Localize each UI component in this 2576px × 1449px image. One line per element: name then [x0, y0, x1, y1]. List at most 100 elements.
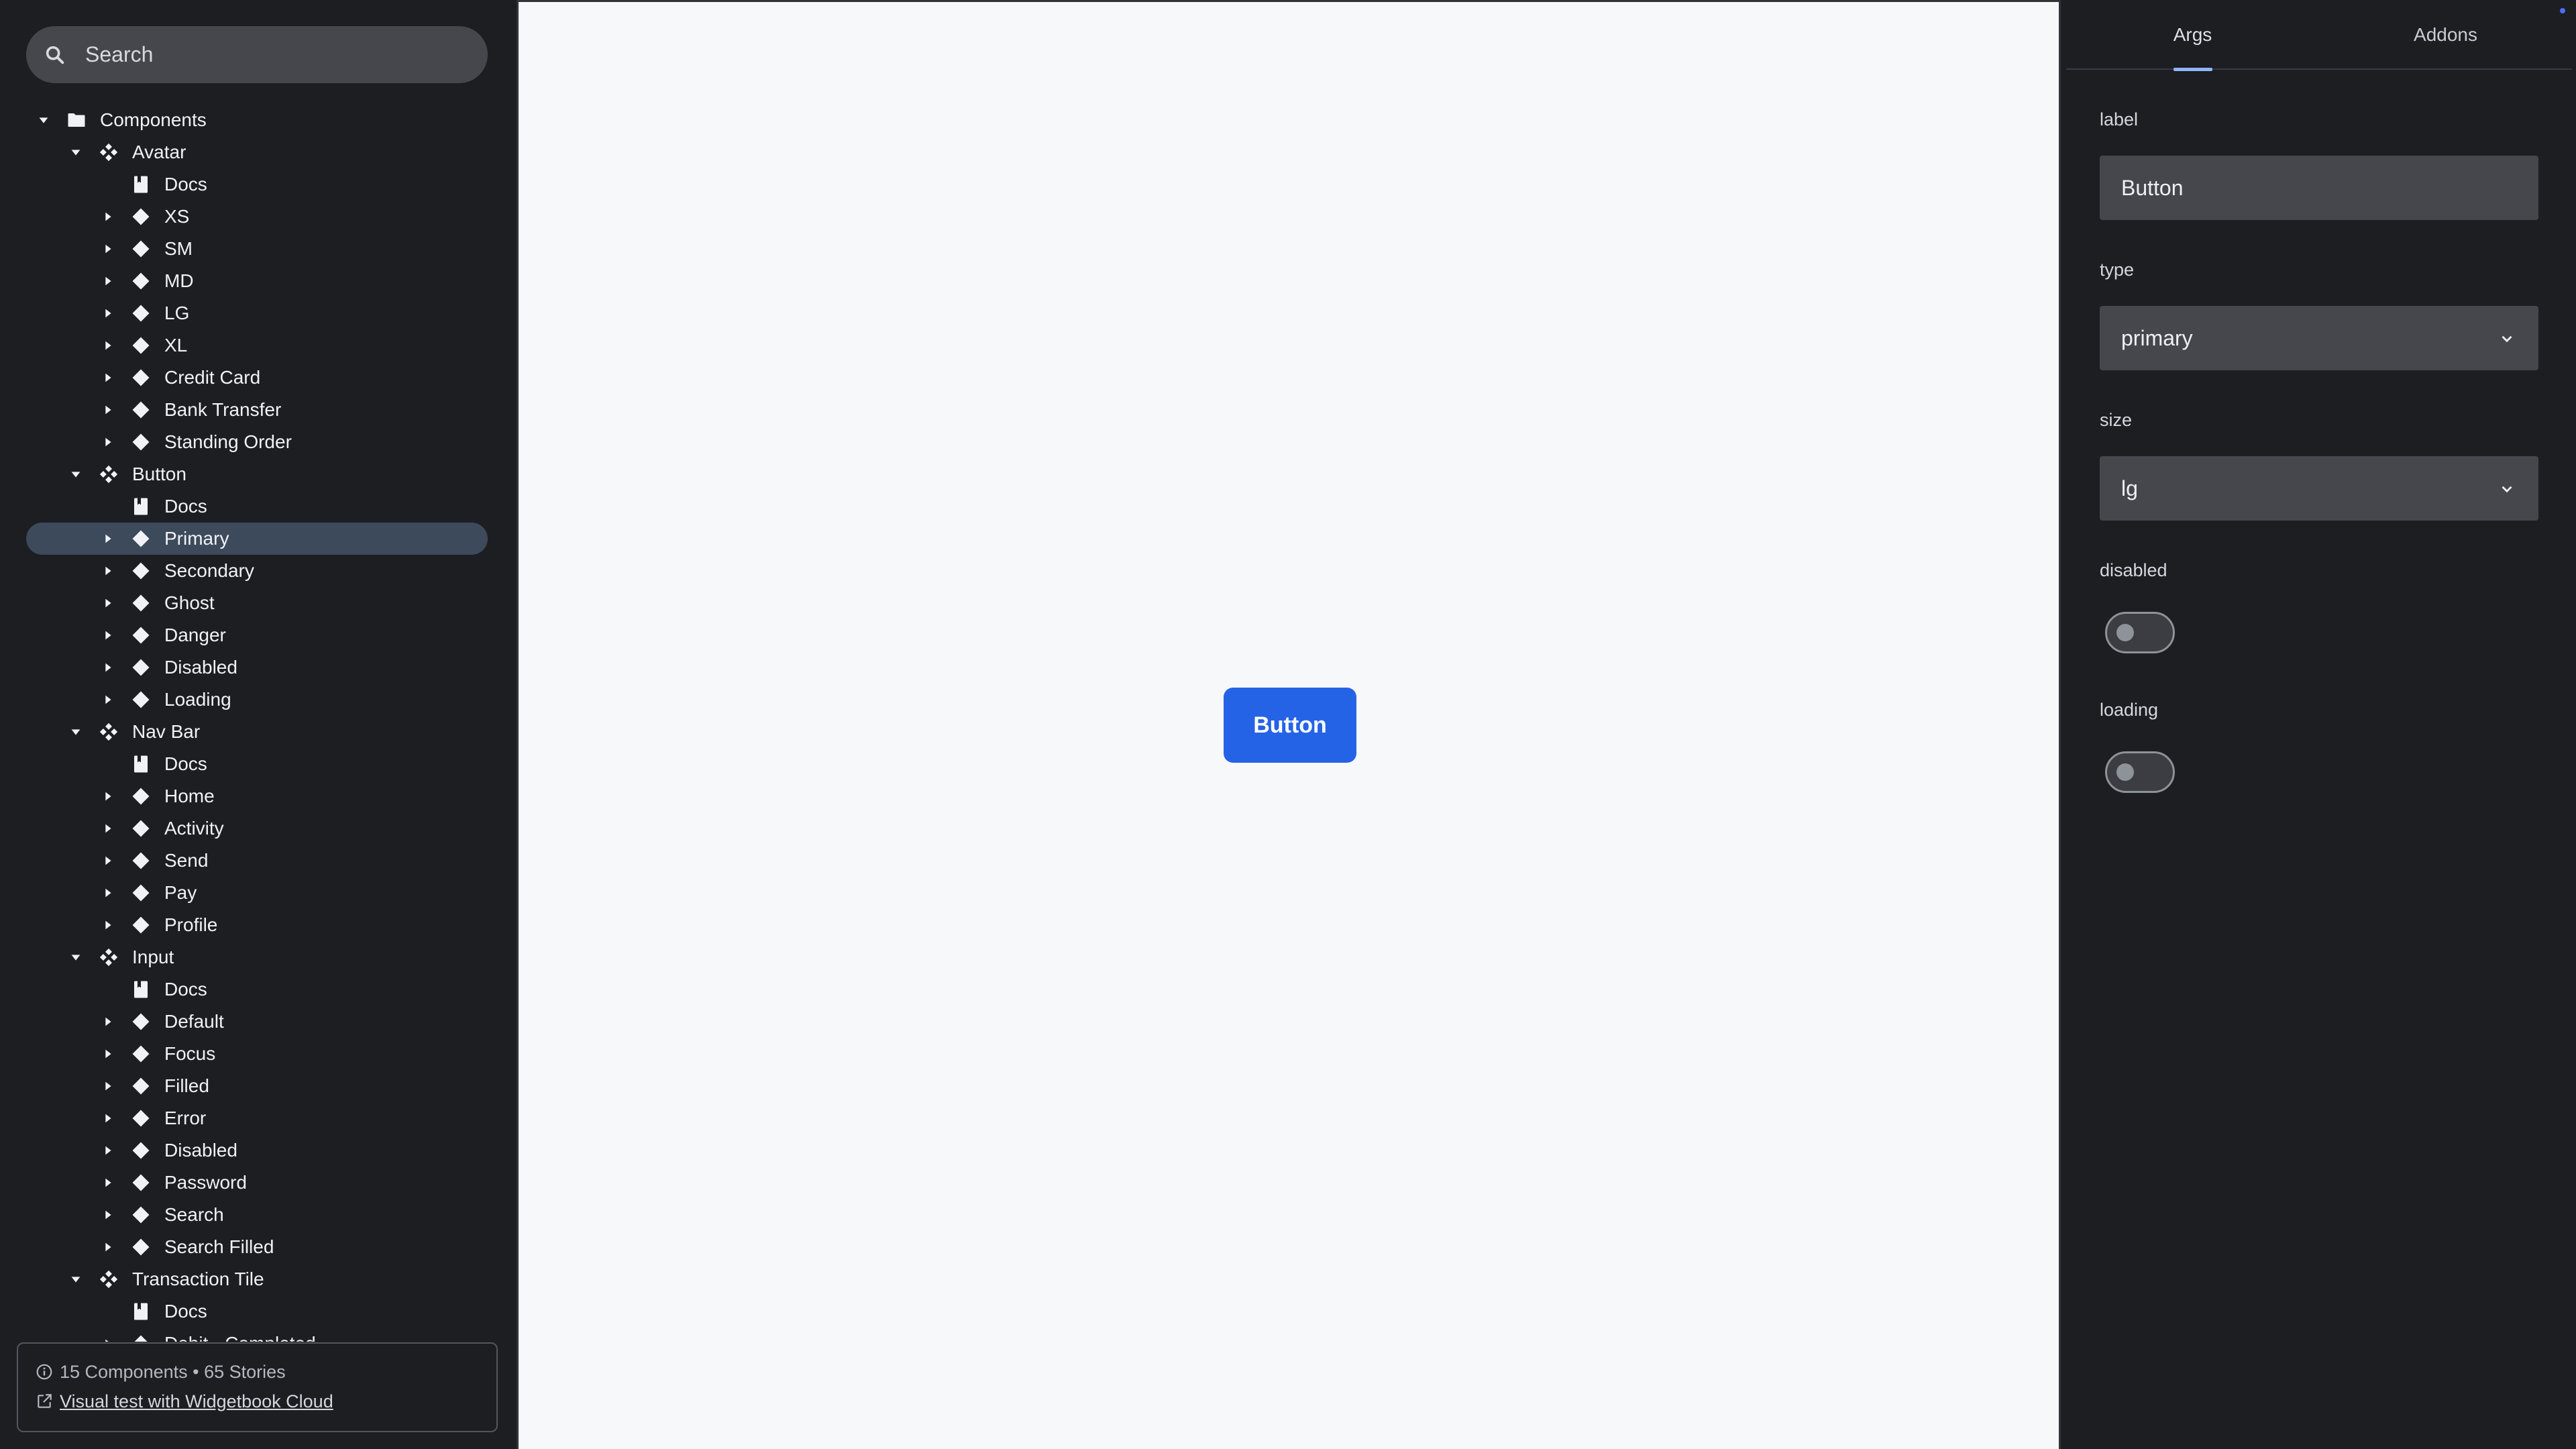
widgetbook-cloud-link[interactable]: Visual test with Widgetbook Cloud — [60, 1391, 333, 1412]
tree-item-label: Credit Card — [164, 367, 261, 388]
search-input[interactable] — [85, 42, 461, 67]
tree-story-item[interactable]: Focus — [26, 1038, 488, 1070]
tree-item-label: Error — [164, 1108, 207, 1128]
tree-folder[interactable]: Components — [26, 104, 488, 136]
caret-right-icon[interactable] — [100, 370, 116, 386]
tree-story-item[interactable]: MD — [26, 265, 488, 297]
disabled-toggle[interactable] — [2105, 612, 2175, 653]
tree-story-item[interactable]: Debit - Completed — [26, 1328, 488, 1342]
caret-right-icon[interactable] — [100, 1175, 116, 1191]
tree-story-item[interactable]: Search Filled — [26, 1231, 488, 1263]
tree-story-item[interactable]: Disabled — [26, 1134, 488, 1167]
caret-right-icon[interactable] — [100, 531, 116, 547]
search-bar[interactable] — [26, 26, 488, 83]
caret-right-icon[interactable] — [100, 1239, 116, 1255]
caret-right-icon[interactable] — [100, 659, 116, 676]
tree-story-item[interactable]: Credit Card — [26, 362, 488, 394]
label-arg-field[interactable]: Button — [2100, 156, 2538, 220]
tab-addons[interactable]: Addons — [2319, 0, 2572, 70]
caret-right-icon[interactable] — [100, 209, 116, 225]
tree-story-item[interactable]: Profile — [26, 909, 488, 941]
tree-story-item[interactable]: Password — [26, 1167, 488, 1199]
caret-down-icon[interactable] — [68, 466, 84, 482]
tree-story-item[interactable]: Ghost — [26, 587, 488, 619]
tree-docs-item[interactable]: Docs — [26, 1295, 488, 1328]
toggle-knob — [2116, 763, 2134, 781]
tree-story-item[interactable]: XS — [26, 201, 488, 233]
tree-story-item[interactable]: Activity — [26, 812, 488, 845]
tree-story-item[interactable]: Filled — [26, 1070, 488, 1102]
tree-component[interactable]: Avatar — [26, 136, 488, 168]
tree-story-item[interactable]: LG — [26, 297, 488, 329]
caret-right-icon[interactable] — [100, 692, 116, 708]
caret-right-icon[interactable] — [100, 1207, 116, 1223]
component-icon — [99, 1269, 119, 1289]
tree-story-item[interactable]: Primary — [26, 523, 488, 555]
tree-story-item[interactable]: XL — [26, 329, 488, 362]
caret-down-icon[interactable] — [36, 112, 52, 128]
caret-down-icon[interactable] — [68, 144, 84, 160]
tab-args[interactable]: Args — [2066, 0, 2319, 71]
tree-story-item[interactable]: Default — [26, 1006, 488, 1038]
story-icon — [131, 1205, 151, 1225]
caret-down-icon[interactable] — [68, 724, 84, 740]
tree-story-item[interactable]: Secondary — [26, 555, 488, 587]
disabled-arg-name: disabled — [2100, 560, 2167, 580]
caret-right-icon[interactable] — [100, 853, 116, 869]
size-arg-select[interactable]: lg — [2100, 456, 2538, 521]
tree-story-item[interactable]: Danger — [26, 619, 488, 651]
tree-docs-item[interactable]: Docs — [26, 748, 488, 780]
caret-right-icon[interactable] — [100, 241, 116, 257]
caret-right-icon[interactable] — [100, 1078, 116, 1094]
docs-icon — [131, 1301, 151, 1322]
tree-item-label: Danger — [164, 625, 226, 645]
preview-button[interactable]: Button — [1224, 688, 1356, 763]
knobs-panel: Args Addons label Button type primary si… — [2061, 0, 2576, 1449]
info-icon — [36, 1364, 52, 1380]
story-icon — [131, 851, 151, 871]
caret-right-icon[interactable] — [100, 885, 116, 901]
tree-story-item[interactable]: Loading — [26, 684, 488, 716]
caret-right-icon[interactable] — [100, 434, 116, 450]
caret-right-icon[interactable] — [100, 627, 116, 643]
tree-story-item[interactable]: Pay — [26, 877, 488, 909]
tree-docs-item[interactable]: Docs — [26, 973, 488, 1006]
cloud-link-line[interactable]: Visual test with Widgetbook Cloud — [36, 1388, 496, 1415]
loading-toggle[interactable] — [2105, 751, 2175, 793]
tree-component[interactable]: Button — [26, 458, 488, 490]
caret-right-icon[interactable] — [100, 820, 116, 837]
folder-icon — [66, 110, 87, 130]
caret-right-icon[interactable] — [100, 788, 116, 804]
caret-right-icon[interactable] — [100, 1110, 116, 1126]
tree-story-item[interactable]: Disabled — [26, 651, 488, 684]
caret-down-icon[interactable] — [68, 1271, 84, 1287]
tree-component[interactable]: Nav Bar — [26, 716, 488, 748]
tree-story-item[interactable]: SM — [26, 233, 488, 265]
caret-right-icon[interactable] — [100, 1142, 116, 1159]
tree-item-label: Debit - Completed — [164, 1333, 316, 1342]
tree-item-label: Pay — [164, 882, 197, 903]
caret-right-icon[interactable] — [100, 305, 116, 321]
tree-story-item[interactable]: Bank Transfer — [26, 394, 488, 426]
tree-docs-item[interactable]: Docs — [26, 490, 488, 523]
caret-down-icon[interactable] — [68, 949, 84, 965]
caret-right-icon[interactable] — [100, 1046, 116, 1062]
tree-component[interactable]: Transaction Tile — [26, 1263, 488, 1295]
tree-item-label: Docs — [164, 979, 207, 1000]
tree-story-item[interactable]: Home — [26, 780, 488, 812]
tree-story-item[interactable]: Send — [26, 845, 488, 877]
caret-right-icon[interactable] — [100, 273, 116, 289]
caret-right-icon[interactable] — [100, 337, 116, 354]
caret-right-icon[interactable] — [100, 917, 116, 933]
tree-docs-item[interactable]: Docs — [26, 168, 488, 201]
tree-story-item[interactable]: Standing Order — [26, 426, 488, 458]
caret-right-icon[interactable] — [100, 402, 116, 418]
tree-story-item[interactable]: Error — [26, 1102, 488, 1134]
type-arg-select[interactable]: primary — [2100, 306, 2538, 370]
caret-right-icon[interactable] — [100, 1014, 116, 1030]
tree-story-item[interactable]: Search — [26, 1199, 488, 1231]
caret-right-icon[interactable] — [100, 1336, 116, 1342]
caret-right-icon[interactable] — [100, 563, 116, 579]
tree-component[interactable]: Input — [26, 941, 488, 973]
caret-right-icon[interactable] — [100, 595, 116, 611]
